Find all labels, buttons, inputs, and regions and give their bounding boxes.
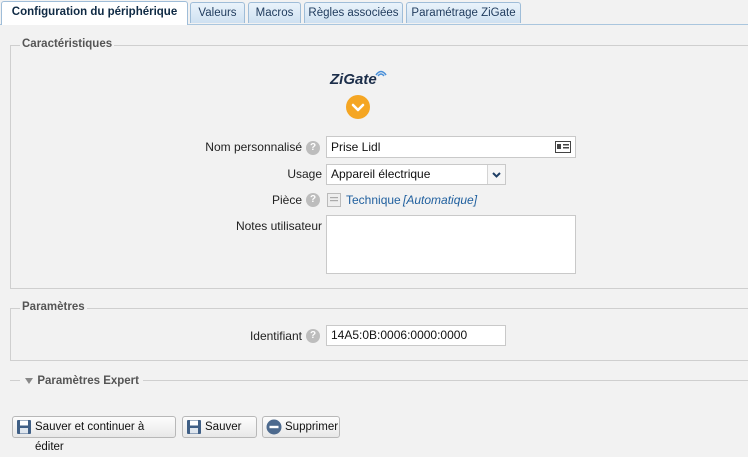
save-button[interactable]: Sauver xyxy=(182,416,257,438)
room-auto-note: [Automatique] xyxy=(403,193,478,207)
triangle-down-icon xyxy=(25,377,33,384)
tab-zigate-settings[interactable]: Paramétrage ZiGate xyxy=(406,2,521,23)
custom-name-value: Prise Lidl xyxy=(331,140,381,154)
save-continue-label: Sauver et continuer à éditer xyxy=(35,421,145,453)
delete-label: Supprimer xyxy=(285,421,339,433)
save-continue-button[interactable]: Sauver et continuer à éditer xyxy=(12,416,176,453)
identifier-input[interactable]: 14A5:0B:0006:0000:0000 xyxy=(326,325,506,346)
user-notes-textarea[interactable] xyxy=(326,215,576,274)
tab-device-config[interactable]: Configuration du périphérique xyxy=(1,1,188,25)
characteristics-legend: Caractéristiques xyxy=(20,38,115,50)
help-icon[interactable]: ? xyxy=(306,329,320,343)
room-label: Pièce xyxy=(271,193,302,207)
tab-values[interactable]: Valeurs xyxy=(190,2,245,23)
usage-select[interactable]: Appareil électrique xyxy=(326,164,506,185)
zigate-logo: ZiGate xyxy=(330,66,390,90)
contact-card-icon xyxy=(555,141,571,153)
tab-rules[interactable]: Règles associées xyxy=(304,2,403,23)
usage-value: Appareil électrique xyxy=(331,167,431,181)
tab-bar: Configuration du périphérique Valeurs Ma… xyxy=(0,0,748,25)
help-icon[interactable]: ? xyxy=(306,141,320,155)
usage-label: Usage xyxy=(287,167,322,181)
expert-legend-toggle[interactable]: Paramètres Expert xyxy=(20,373,143,387)
room-icon xyxy=(327,193,341,207)
save-icon xyxy=(187,420,201,434)
room-link[interactable]: Technique xyxy=(346,193,401,207)
chevron-down-icon xyxy=(492,172,501,178)
chevron-down-icon xyxy=(351,103,365,112)
expert-legend: Paramètres Expert xyxy=(37,375,139,387)
help-icon[interactable]: ? xyxy=(306,193,320,207)
tab-macros[interactable]: Macros xyxy=(248,2,301,23)
delete-button[interactable]: Supprimer xyxy=(262,416,340,438)
signal-waves-icon xyxy=(375,70,387,77)
select-arrow xyxy=(487,165,505,184)
parameters-legend: Paramètres xyxy=(20,301,87,313)
save-icon xyxy=(17,420,31,434)
zigate-logo-text: ZiGate xyxy=(330,71,377,88)
name-label: Nom personnalisé xyxy=(205,140,302,154)
notes-label: Notes utilisateur xyxy=(235,219,322,233)
custom-name-input[interactable]: Prise Lidl xyxy=(326,136,576,158)
delete-icon xyxy=(266,419,282,435)
identifier-label: Identifiant xyxy=(249,329,302,343)
expand-chevron-button[interactable] xyxy=(346,95,370,119)
save-label: Sauver xyxy=(205,421,242,433)
